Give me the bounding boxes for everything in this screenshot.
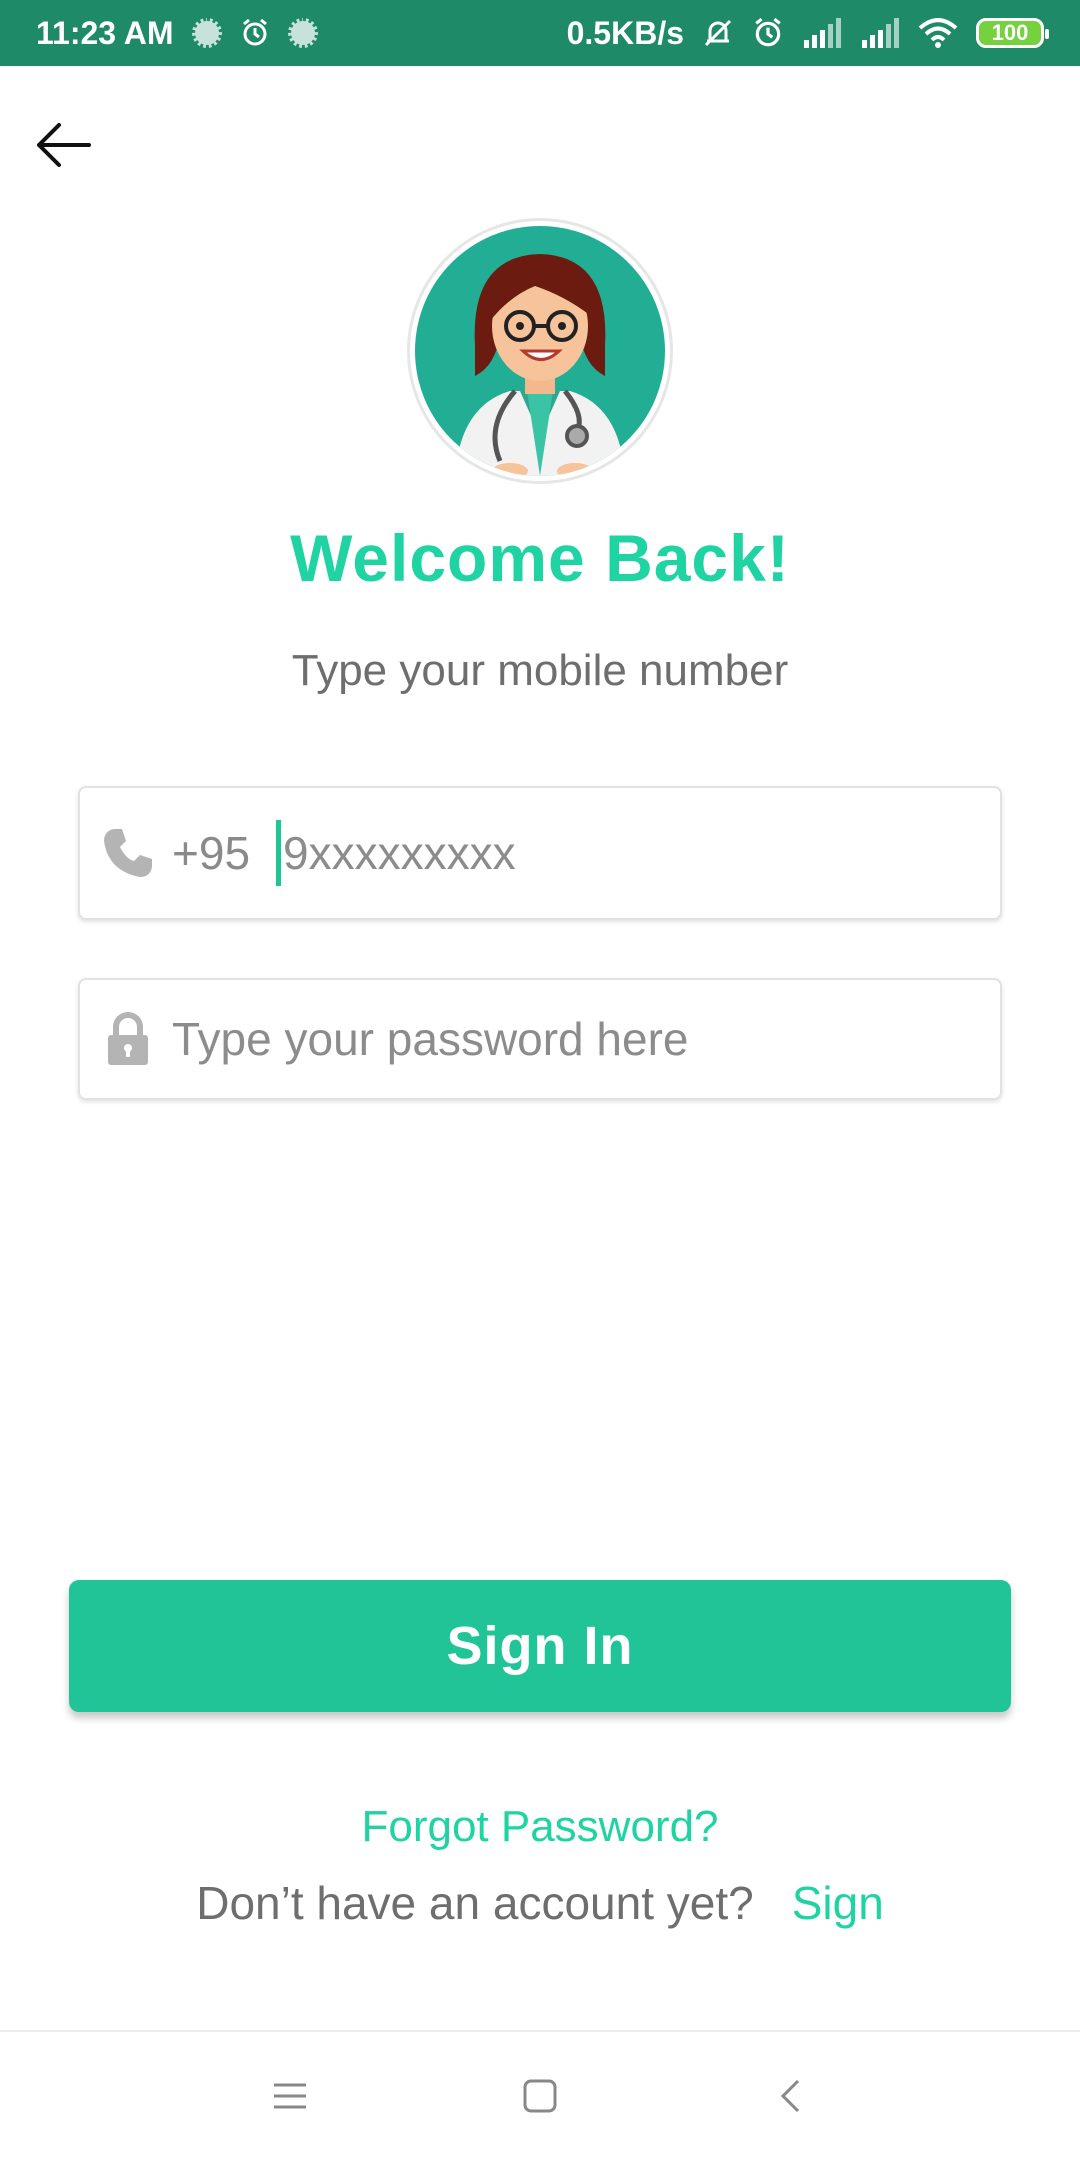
sign-in-button[interactable]: Sign In [69, 1580, 1011, 1712]
signup-row: Don’t have an account yet? Sign [0, 1876, 1080, 1930]
alarm-icon [752, 17, 784, 49]
phone-field[interactable]: +95 [78, 786, 1002, 920]
country-code[interactable]: +95 [172, 826, 250, 880]
home-square-icon[interactable] [510, 2066, 570, 2126]
network-speed: 0.5KB/s [566, 14, 684, 51]
status-left: 11:23 AM [36, 15, 318, 52]
phone-icon [98, 823, 158, 883]
status-right: 0.5KB/s 100 [566, 14, 1049, 52]
phone-input[interactable] [283, 826, 924, 880]
battery-icon: 100 [976, 18, 1049, 48]
back-chevron-icon[interactable] [760, 2066, 820, 2126]
alarm-icon [240, 18, 270, 48]
bell-muted-icon [702, 17, 734, 49]
doctor-illustration [415, 226, 665, 476]
status-bar: 11:23 AM 0.5KB/s 100 [0, 0, 1080, 66]
signup-prompt: Don’t have an account yet? [196, 1877, 754, 1929]
welcome-title: Welcome Back! [290, 521, 790, 595]
signal-icon [860, 18, 900, 48]
signup-link[interactable]: Sign [792, 1876, 884, 1930]
menu-icon[interactable] [260, 2066, 320, 2126]
signal-icon [802, 18, 842, 48]
status-time: 11:23 AM [36, 14, 174, 51]
text-cursor [276, 820, 282, 886]
password-field[interactable] [78, 978, 1002, 1100]
doctor-avatar [407, 218, 673, 484]
back-button[interactable] [30, 112, 96, 178]
system-nav-bar [0, 2030, 1080, 2160]
wifi-icon [918, 18, 958, 48]
forgot-password-link[interactable]: Forgot Password? [0, 1802, 1080, 1852]
password-input[interactable] [172, 1012, 972, 1066]
arrow-left-icon [37, 123, 91, 167]
lock-icon [98, 1009, 158, 1069]
welcome-subtitle: Type your mobile number [291, 646, 789, 695]
notification-dot-icon [287, 18, 318, 48]
notification-dot-icon [191, 18, 222, 48]
